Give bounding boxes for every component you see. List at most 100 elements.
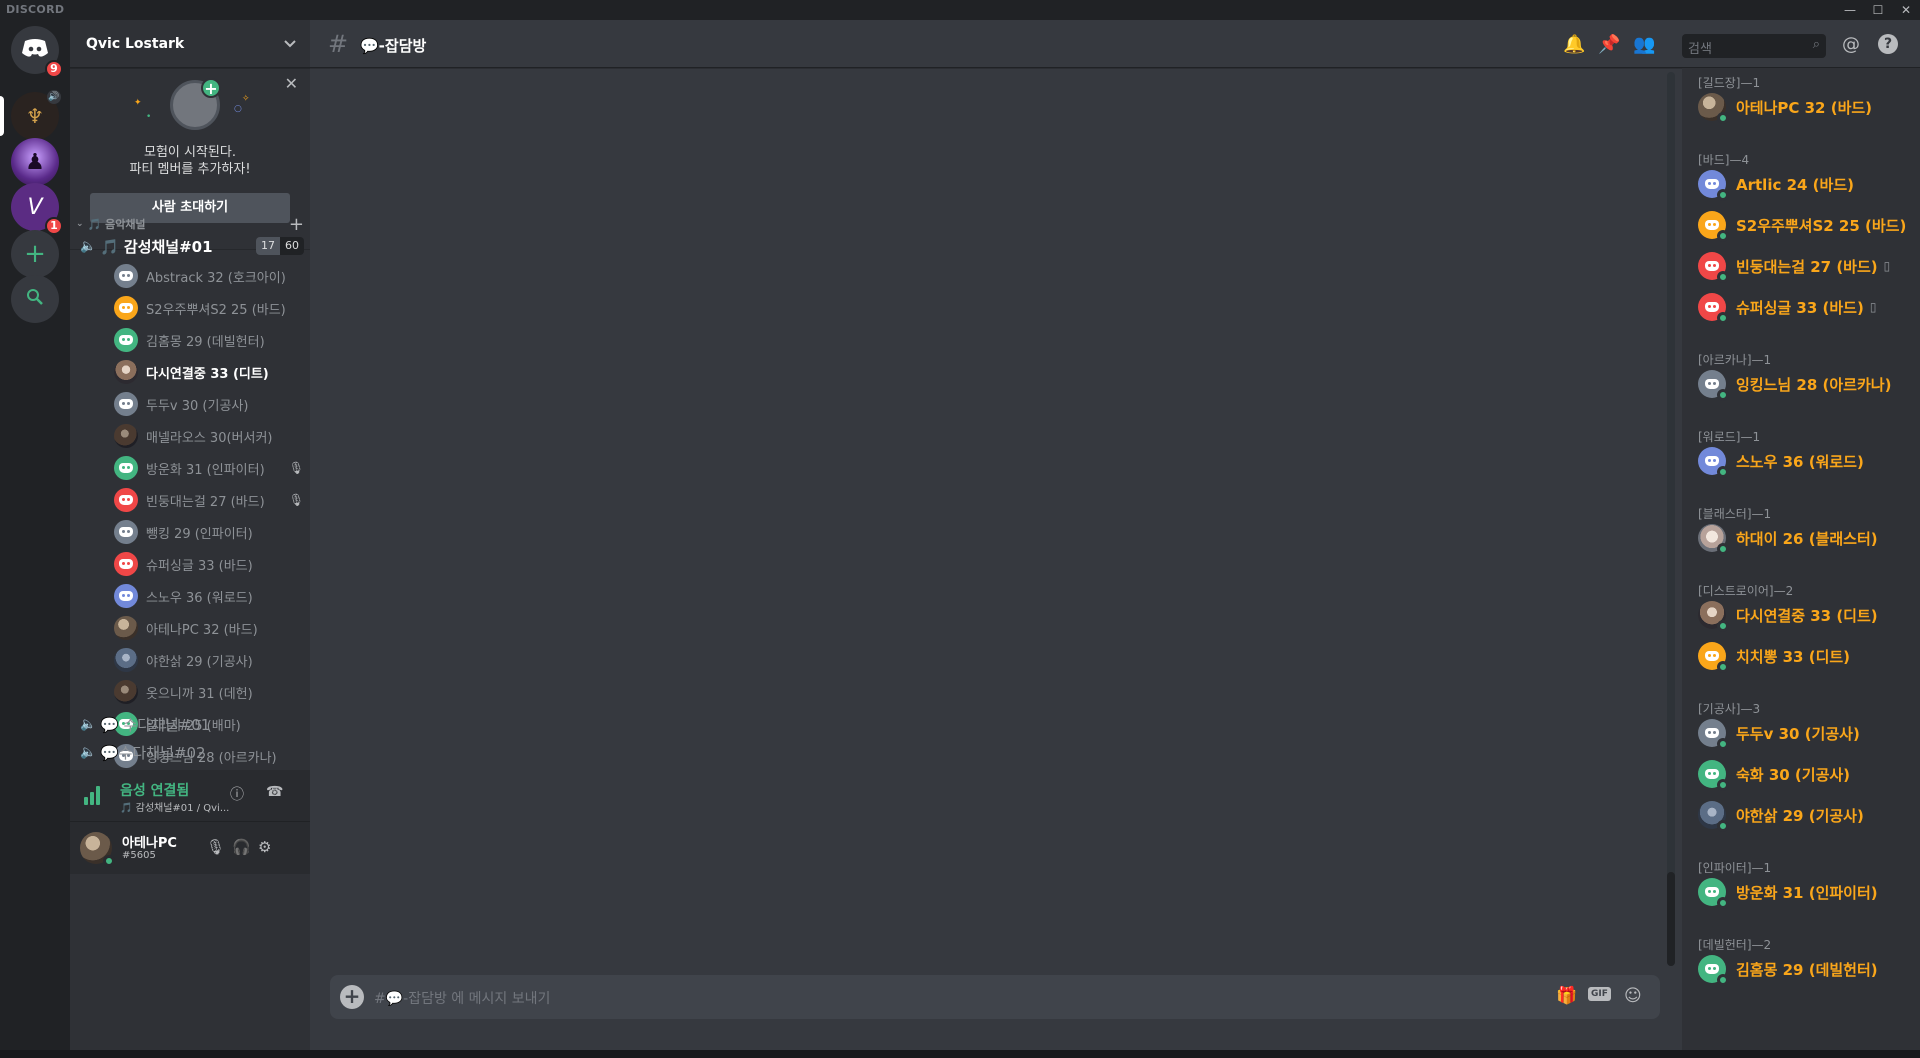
voice-connected-channel[interactable]: 🎵 감성채널#01 / Qvi... [120,799,229,814]
avatar[interactable] [114,520,138,544]
avatar[interactable] [114,584,138,608]
voice-user[interactable]: 매넬라오스 30(버서커) [114,420,304,452]
avatar[interactable] [114,296,138,320]
category-music[interactable]: ⌄ 🎵 음악채널 + [76,214,304,235]
member-item[interactable]: 김홈몽 29 (데빌헌터) [1698,952,1920,986]
mention-icon[interactable]: @ [1842,34,1860,55]
voice-connected-label[interactable]: 음성 연결됨 [120,780,189,800]
member-item[interactable]: 방운화 31 (인파이터) [1698,875,1920,909]
avatar[interactable] [114,552,138,576]
voice-user[interactable]: 방운화 31 (인파이터) 🎙 [114,452,304,484]
member-item[interactable]: 야한삵 29 (기공사) [1698,798,1920,832]
avatar[interactable] [1698,955,1729,986]
avatar[interactable] [114,392,138,416]
voice-user-name: 김홈몽 29 (데빌헌터) [146,334,265,350]
member-group-header: [디스트로이어]—2 [1698,584,1794,598]
avatar[interactable] [1698,211,1729,242]
info-icon[interactable]: ⓘ [230,784,244,804]
voice-user[interactable]: 빈둥대는걸 27 (바드) 🎙 [114,484,304,516]
avatar[interactable] [114,424,138,448]
member-item[interactable]: 치치뽕 33 (디트) [1698,639,1920,673]
avatar[interactable] [114,680,138,704]
avatar[interactable] [1698,170,1729,201]
headphones-icon[interactable]: 🎧 [232,838,251,856]
member-item[interactable]: 빈둥대는걸 27 (바드) ▯ [1698,249,1920,283]
minimize-button[interactable]: — [1836,0,1864,20]
avatar[interactable] [1698,801,1729,832]
gift-icon[interactable]: 🎁 [1556,986,1577,1006]
add-server-button[interactable]: + [11,230,59,278]
voice-user[interactable]: 뺑킹 29 (인파이터) [114,516,304,548]
avatar[interactable] [1698,93,1729,124]
avatar[interactable] [1698,447,1729,478]
home-button[interactable]: 9 [11,26,63,78]
discord-default-avatar-icon [1705,379,1719,389]
voice-user[interactable]: 스노우 36 (워로드) [114,580,304,612]
avatar[interactable] [1698,370,1729,401]
member-item[interactable]: 두두v 30 (기공사) [1698,716,1920,750]
server-qvic-lostark[interactable]: ♆ 🔊 [11,90,61,140]
message-composer[interactable]: + #💬-잡담방 에 메시지 보내기 🎁 GIF ☺ [330,975,1660,1019]
v-logo-icon: V [27,194,43,220]
gear-icon[interactable]: ⚙ [258,838,271,856]
voice-channel-chat-01[interactable]: 🔈 💬 수다채널#01 [80,710,304,738]
close-icon[interactable]: ✕ [285,74,298,93]
member-item[interactable]: 다시연결중 33 (디트) [1698,598,1920,632]
voice-user[interactable]: 김홈몽 29 (데빌헌터) [114,324,304,356]
search-placeholder: 검색 [1688,42,1712,57]
avatar[interactable] [1698,642,1729,673]
server-purple[interactable]: ♟ [11,138,59,186]
voice-user[interactable]: 아테나PC 32 (바드) [114,612,304,644]
close-window-button[interactable]: ✕ [1892,0,1920,20]
member-item[interactable]: 슈퍼싱글 33 (바드) ▯ [1698,290,1920,324]
voice-user[interactable]: Abstrack 32 (호크아이) [114,260,304,292]
disconnect-icon[interactable]: ☎ [266,784,283,800]
avatar[interactable] [114,648,138,672]
help-icon[interactable]: ? [1878,34,1898,54]
search-input[interactable]: 검색 ⌕ [1682,34,1826,58]
avatar[interactable] [1698,878,1729,909]
pin-icon[interactable]: 📌 [1598,34,1620,55]
bell-icon[interactable]: 🔔 [1563,34,1585,55]
maximize-button[interactable]: ☐ [1864,0,1892,20]
member-item[interactable]: S2우주뿌셔S2 25 (바드) [1698,208,1920,242]
user-tag: #5605 [122,850,156,861]
microphone-icon[interactable]: 🎙 [206,838,225,856]
attach-plus-button[interactable]: + [340,985,364,1009]
avatar[interactable] [114,616,138,640]
member-item[interactable]: 스노우 36 (워로드) [1698,444,1920,478]
member-item[interactable]: 잉킹느님 28 (아르카나) [1698,367,1920,401]
voice-user[interactable]: 야한삵 29 (기공사) [114,644,304,676]
avatar[interactable] [114,456,138,480]
voice-channel-chat-02[interactable]: 🔈 💬수다채널#02 [80,738,304,766]
voice-user[interactable]: S2우주뿌셔S2 25 (바드) [114,292,304,324]
member-item[interactable]: 숙화 30 (기공사) [1698,757,1920,791]
avatar[interactable] [1698,293,1729,324]
voice-channel-main[interactable]: 🔈 🎵 감성채널#01 17 60 [80,232,304,260]
voice-user[interactable]: 다시연결중 33 (디트) [114,356,304,388]
explore-servers-button[interactable] [11,275,59,323]
avatar[interactable] [1698,719,1729,750]
members-icon[interactable]: 👥 [1633,34,1655,55]
voice-user[interactable]: 슈퍼싱글 33 (바드) [114,548,304,580]
member-item[interactable]: 하대이 26 (블래스터) [1698,521,1920,555]
avatar[interactable] [1698,760,1729,791]
avatar[interactable] [114,360,138,384]
online-status-icon [1717,620,1729,632]
avatar[interactable] [114,488,138,512]
voice-user[interactable]: 옷으니까 31 (데헌) [114,676,304,708]
server-v[interactable]: V 1 [11,183,63,235]
avatar[interactable] [1698,524,1729,555]
member-item[interactable]: 아테나PC 32 (바드) [1698,90,1920,124]
server-header[interactable]: Qvic Lostark [70,20,310,68]
avatar[interactable] [1698,601,1729,632]
avatar[interactable] [1698,252,1729,283]
gif-button[interactable]: GIF [1588,987,1611,1001]
member-item[interactable]: Artlic 24 (바드) [1698,167,1920,201]
avatar[interactable] [114,264,138,288]
avatar[interactable] [114,328,138,352]
voice-user[interactable]: 두두v 30 (기공사) [114,388,304,420]
scrollbar[interactable] [1667,72,1675,966]
scrollbar-thumb[interactable] [1667,872,1675,966]
emoji-icon[interactable]: ☺ [1624,986,1642,1006]
